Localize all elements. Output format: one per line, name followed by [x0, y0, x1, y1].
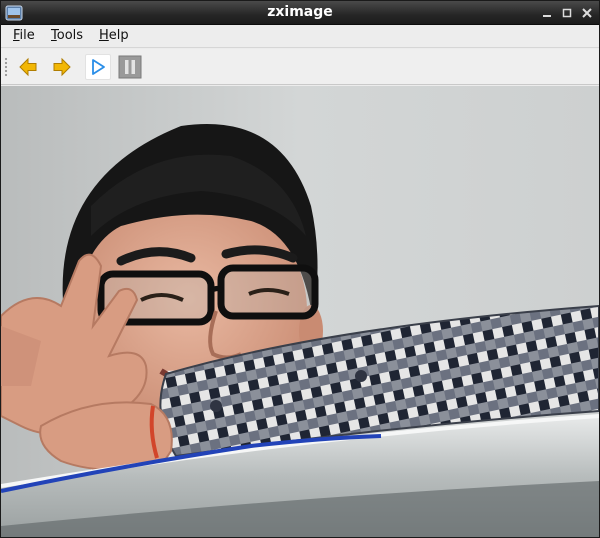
arrow-right-icon: [53, 57, 71, 77]
menu-tools[interactable]: Tools: [51, 28, 83, 43]
webcam-photo: [1, 86, 599, 537]
play-button[interactable]: [85, 54, 111, 80]
minimize-icon[interactable]: [539, 5, 555, 21]
previous-button[interactable]: [15, 54, 41, 80]
toolbar-grip-handle[interactable]: [4, 57, 8, 77]
play-icon: [92, 59, 105, 75]
close-icon[interactable]: [579, 5, 595, 21]
window-title: zximage: [267, 4, 333, 20]
pause-icon: [118, 55, 142, 79]
menu-file[interactable]: File: [13, 28, 35, 43]
menu-bar: File Tools Help: [1, 25, 599, 48]
title-bar[interactable]: zximage: [1, 1, 599, 25]
menu-help[interactable]: Help: [99, 28, 129, 43]
image-view[interactable]: [1, 86, 599, 537]
app-window: zximage File Tools Help: [0, 0, 600, 538]
next-button[interactable]: [49, 54, 75, 80]
arrow-left-icon: [19, 57, 37, 77]
maximize-icon[interactable]: [559, 5, 575, 21]
pause-button[interactable]: [117, 54, 143, 80]
toolbar: [1, 49, 599, 85]
